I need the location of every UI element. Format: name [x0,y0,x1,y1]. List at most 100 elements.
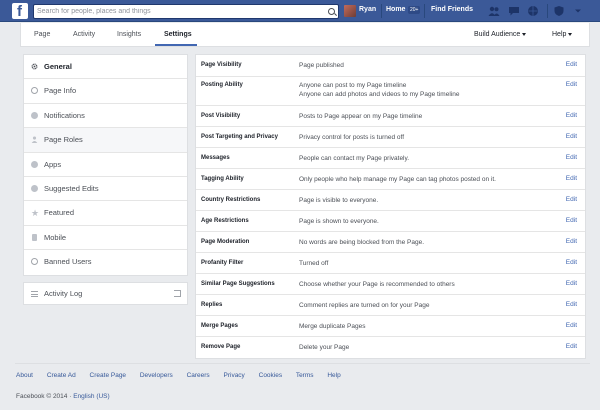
info-icon [31,87,38,95]
sidebar-item-banned-users[interactable]: Banned Users [24,250,187,274]
sidebar-item-label: Banned Users [44,257,92,267]
page-tabs-bar: Page Activity Insights Settings Build Au… [20,23,590,47]
footer-link-create-ad[interactable]: Create Ad [47,372,76,379]
star-icon: ★ [31,208,40,219]
setting-label: Post Visibility [201,113,241,119]
footer-link-terms[interactable]: Terms [296,372,314,379]
sidebar-item-apps[interactable]: Apps [24,153,187,177]
settings-row-post-targeting[interactable]: Post Targeting and Privacy Privacy contr… [196,127,585,148]
setting-label: Post Targeting and Privacy [201,134,278,140]
language-link[interactable]: English (US) [73,393,109,400]
setting-value: Only people who help manage my Page can … [299,176,496,183]
settings-row-remove-page[interactable]: Remove Page Delete your Page Edit [196,337,585,358]
settings-row-posting-ability[interactable]: Posting Ability Anyone can post to my Pa… [196,77,585,106]
settings-row-tagging-ability[interactable]: Tagging Ability Only people who help man… [196,169,585,190]
activity-log-link[interactable]: Activity Log [23,282,188,305]
edit-link[interactable]: Edit [566,301,577,308]
setting-label: Page Visibility [201,62,242,68]
edit-link[interactable]: Edit [566,259,577,266]
build-audience-dropdown[interactable]: Build Audience [474,31,527,38]
search-input[interactable] [34,5,324,18]
edit-link[interactable]: Edit [566,133,577,140]
edit-link[interactable]: Edit [566,81,577,88]
apps-icon [31,160,38,168]
tab-settings[interactable]: Settings [164,31,192,38]
setting-value: Anyone can post to my Page timeline [299,82,407,89]
sidebar-item-featured[interactable]: ★ Featured [24,201,187,226]
list-icon [31,291,38,297]
facebook-logo-icon[interactable]: f [12,3,28,20]
sidebar-item-page-info[interactable]: Page Info [24,79,187,104]
settings-row-age-restrictions[interactable]: Age Restrictions Page is shown to everyo… [196,211,585,232]
footer-link-cookies[interactable]: Cookies [259,372,282,379]
setting-value: Delete your Page [299,344,350,351]
search-box[interactable] [33,4,339,19]
tab-insights[interactable]: Insights [117,31,141,38]
edit-link[interactable]: Edit [566,61,577,68]
settings-row-page-moderation[interactable]: Page Moderation No words are being block… [196,232,585,253]
sidebar-item-page-roles[interactable]: Page Roles [24,128,187,153]
tab-activity[interactable]: Activity [73,31,95,38]
setting-value: Choose whether your Page is recommended … [299,281,455,288]
settings-row-page-visibility[interactable]: Page Visibility Page published Edit [196,55,585,77]
activity-log-label: Activity Log [44,289,83,298]
help-label: Help [552,31,567,38]
top-bar: f Ryan Home 20+ Find Friends [0,0,600,22]
sidebar-item-label: Suggested Edits [44,183,99,193]
settings-row-profanity-filter[interactable]: Profanity Filter Turned off Edit [196,253,585,274]
settings-row-replies[interactable]: Replies Comment replies are turned on fo… [196,295,585,316]
nav-divider [424,4,425,18]
edit-link[interactable]: Edit [566,322,577,329]
setting-label: Messages [201,155,230,161]
footer-link-help[interactable]: Help [327,372,340,379]
open-external-icon [174,290,181,297]
sidebar-item-mobile[interactable]: Mobile [24,226,187,251]
messages-icon[interactable] [508,5,520,17]
chevron-down-icon [522,32,527,36]
edit-link[interactable]: Edit [566,112,577,119]
person-icon [31,136,38,144]
nav-divider [547,4,548,18]
edit-link[interactable]: Edit [566,196,577,203]
find-friends-link[interactable]: Find Friends [431,6,473,13]
setting-value: People can contact my Page privately. [299,155,410,162]
edit-link[interactable]: Edit [566,175,577,182]
account-menu-chevron-down-icon[interactable] [572,5,584,17]
mobile-icon [32,233,37,241]
footer-link-privacy[interactable]: Privacy [224,372,245,379]
privacy-shortcuts-icon[interactable] [553,5,565,17]
sidebar-item-suggested-edits[interactable]: Suggested Edits [24,177,187,202]
setting-label: Tagging Ability [201,176,244,182]
notifications-icon[interactable] [527,5,539,17]
footer-link-careers[interactable]: Careers [187,372,210,379]
edit-link[interactable]: Edit [566,280,577,287]
edit-link[interactable]: Edit [566,154,577,161]
footer-links: About Create Ad Create Page Developers C… [16,372,353,379]
gear-icon [31,63,38,70]
setting-label: Merge Pages [201,323,239,329]
settings-row-post-visibility[interactable]: Post Visibility Posts to Page appear on … [196,106,585,127]
avatar[interactable] [344,5,356,17]
edit-link[interactable]: Edit [566,238,577,245]
setting-label: Profanity Filter [201,260,244,266]
footer-link-about[interactable]: About [16,372,33,379]
footer-link-create-page[interactable]: Create Page [90,372,127,379]
search-icon[interactable] [328,8,335,15]
home-link[interactable]: Home [386,6,405,13]
edit-link[interactable]: Edit [566,217,577,224]
tab-page[interactable]: Page [34,31,50,38]
nav-divider [381,4,382,18]
footer-link-developers[interactable]: Developers [140,372,173,379]
settings-row-merge-pages[interactable]: Merge Pages Merge duplicate Pages Edit [196,316,585,337]
setting-label: Replies [201,302,223,308]
settings-row-messages[interactable]: Messages People can contact my Page priv… [196,148,585,169]
chevron-down-icon [568,32,573,36]
edit-link[interactable]: Edit [566,343,577,350]
settings-row-country-restrictions[interactable]: Country Restrictions Page is visible to … [196,190,585,211]
help-dropdown[interactable]: Help [552,31,573,38]
profile-name-link[interactable]: Ryan [359,6,376,13]
settings-row-similar-page-suggestions[interactable]: Similar Page Suggestions Choose whether … [196,274,585,295]
sidebar-item-notifications[interactable]: Notifications [24,104,187,129]
sidebar-item-general[interactable]: General [24,55,187,80]
friend-requests-icon[interactable] [488,5,500,17]
